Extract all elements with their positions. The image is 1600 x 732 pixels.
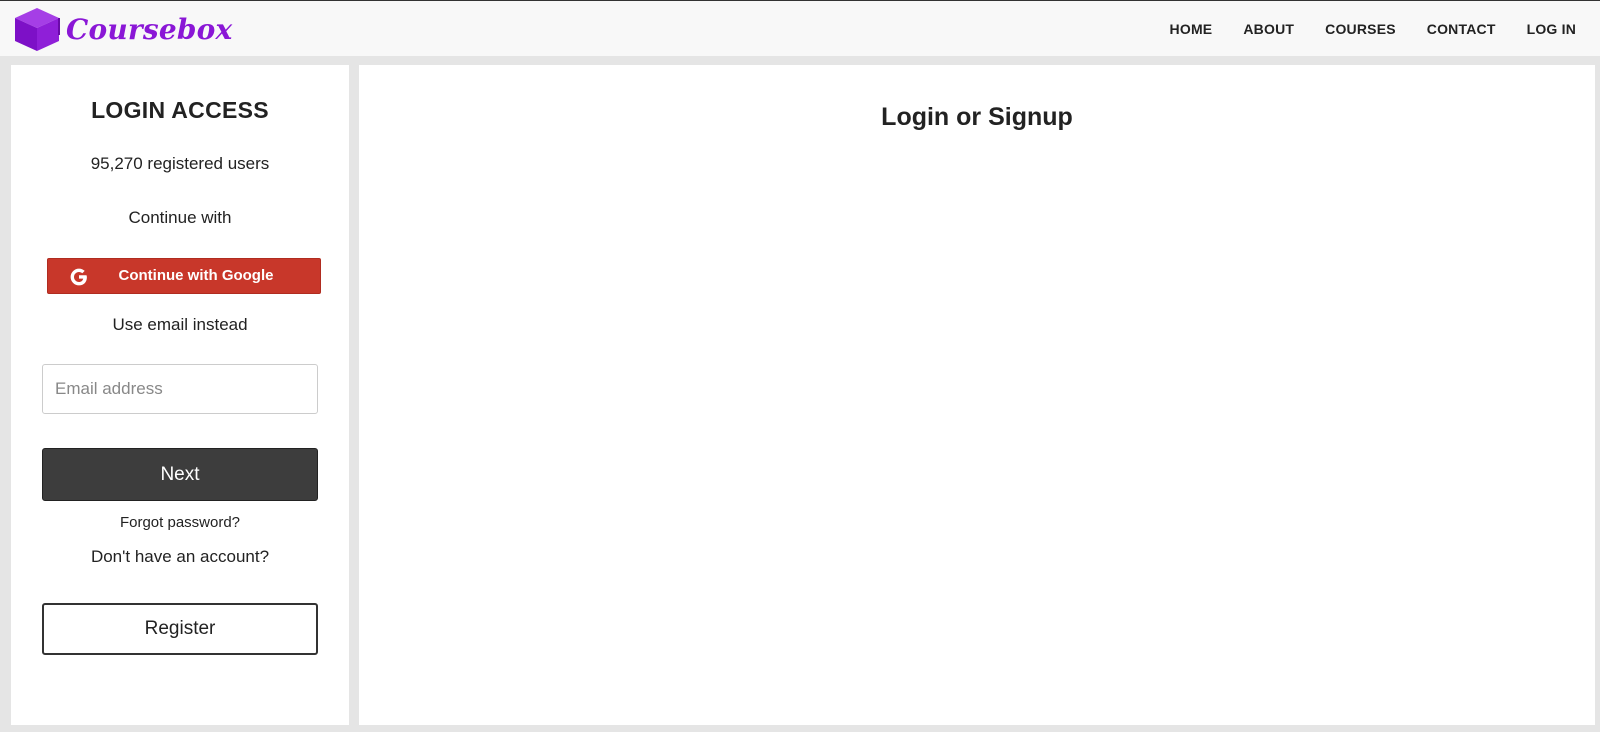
nav-home[interactable]: HOME [1170, 21, 1213, 37]
navbar: Coursebox HOME ABOUT COURSES CONTACT LOG… [0, 1, 1600, 56]
main-panel: Login or Signup [359, 65, 1595, 725]
no-account-label: Don't have an account? [90, 547, 270, 566]
forgot-password-link[interactable]: Forgot password? [11, 514, 349, 531]
brand-logo-link[interactable]: Coursebox [12, 5, 232, 53]
login-access-title: LOGIN ACCESS [91, 97, 269, 123]
nav-login[interactable]: LOG IN [1527, 21, 1576, 37]
login-sidebar: LOGIN ACCESS 95,270 registered users Con… [11, 65, 349, 725]
continue-with-label: Continue with [128, 208, 232, 227]
use-email-label: Use email instead [112, 315, 248, 334]
google-login-button[interactable]: Continue with Google [47, 258, 321, 294]
page-title: Login or Signup [881, 103, 1073, 131]
nav-about[interactable]: ABOUT [1243, 21, 1294, 37]
brand-name: Coursebox [66, 12, 233, 46]
next-button[interactable]: Next [42, 448, 318, 501]
main-nav: HOME ABOUT COURSES CONTACT LOG IN [1170, 1, 1600, 56]
register-button[interactable]: Register [42, 603, 318, 655]
google-button-label: Continue with Google [118, 267, 274, 284]
email-field[interactable] [42, 364, 318, 414]
nav-contact[interactable]: CONTACT [1427, 21, 1496, 37]
nav-courses[interactable]: COURSES [1325, 21, 1396, 37]
registered-users-count: 95,270 registered users [90, 154, 270, 173]
graduation-box-icon [12, 5, 62, 53]
